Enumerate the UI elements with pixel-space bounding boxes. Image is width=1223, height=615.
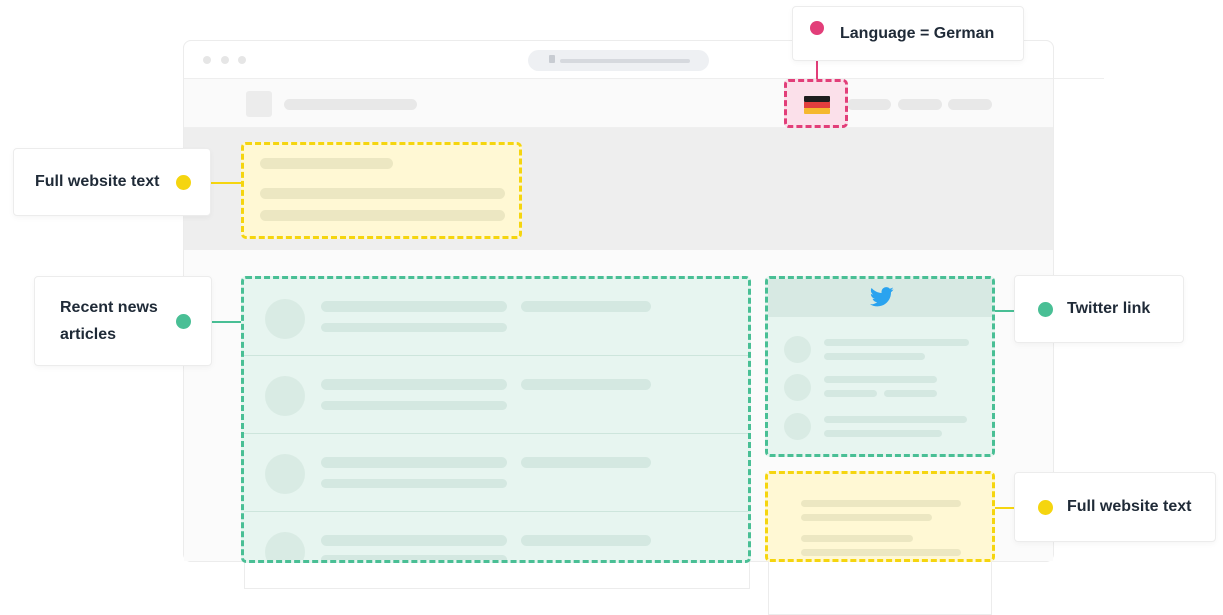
language-pin	[810, 21, 824, 35]
nav-link-placeholder	[847, 99, 891, 110]
url-placeholder	[560, 59, 690, 63]
tweet-text-placeholder	[824, 376, 937, 383]
text-line-placeholder	[260, 210, 505, 221]
window-dot	[221, 56, 229, 64]
article-summary-placeholder	[321, 555, 507, 560]
text-line-placeholder	[801, 514, 932, 521]
article-title-placeholder	[321, 535, 507, 546]
language-callout: Language = German	[792, 6, 1024, 61]
article-summary-placeholder	[321, 479, 507, 488]
sidebar-overflow	[768, 555, 992, 615]
article-thumbnail	[265, 299, 305, 339]
nav-link-placeholder	[948, 99, 992, 110]
tweet-avatar	[784, 336, 811, 363]
article-meta-placeholder	[521, 379, 651, 390]
tweet-text-placeholder	[884, 390, 937, 397]
article-meta-placeholder	[521, 535, 651, 546]
twitter-bird-icon[interactable]	[870, 287, 894, 307]
hero-text-pin	[176, 175, 191, 190]
article-title-placeholder	[321, 379, 507, 390]
sidebar-text-highlight	[765, 471, 995, 562]
article-thumbnail	[265, 454, 305, 494]
full-text-label-bottom: Full website text	[1067, 498, 1192, 515]
text-line-placeholder	[801, 500, 961, 507]
article-thumbnail	[265, 376, 305, 416]
article-title-placeholder	[321, 457, 507, 468]
twitter-label: Twitter link	[1067, 300, 1151, 317]
language-label: Language = German	[840, 24, 995, 42]
site-title-placeholder	[284, 99, 417, 110]
text-line-placeholder	[260, 188, 505, 199]
text-line-placeholder	[801, 549, 961, 556]
text-line-placeholder	[260, 158, 393, 169]
tweet-avatar	[784, 374, 811, 401]
language-highlight	[784, 79, 848, 128]
news-list-highlight	[241, 276, 751, 563]
article-meta-placeholder	[521, 457, 651, 468]
article-meta-placeholder	[521, 301, 651, 312]
tweet-text-placeholder	[824, 430, 942, 437]
full-text-label-top: Full website text	[35, 173, 160, 190]
text-line-placeholder	[801, 535, 913, 542]
twitter-pin	[1038, 302, 1053, 317]
sidebar-text-pin	[1038, 500, 1053, 515]
german-flag-icon	[804, 96, 830, 114]
nav-link-placeholder	[898, 99, 942, 110]
tweet-text-placeholder	[824, 416, 967, 423]
twitter-widget-highlight	[765, 276, 995, 457]
hero-text-highlight	[241, 142, 522, 239]
window-dot	[203, 56, 211, 64]
window-dot	[238, 56, 246, 64]
tweet-text-placeholder	[824, 353, 925, 360]
row-divider	[244, 511, 748, 512]
article-summary-placeholder	[321, 401, 507, 410]
divider	[1054, 78, 1104, 79]
lock-icon	[549, 55, 555, 63]
row-divider	[244, 355, 748, 356]
site-logo-placeholder	[246, 91, 272, 117]
tweet-text-placeholder	[824, 339, 969, 346]
article-summary-placeholder	[321, 323, 507, 332]
article-title-placeholder	[321, 301, 507, 312]
tweet-text-placeholder	[824, 390, 877, 397]
news-pin	[176, 314, 191, 329]
tweet-avatar	[784, 413, 811, 440]
news-label: Recent news articles	[60, 299, 158, 343]
article-thumbnail	[265, 532, 305, 560]
row-divider	[244, 433, 748, 434]
